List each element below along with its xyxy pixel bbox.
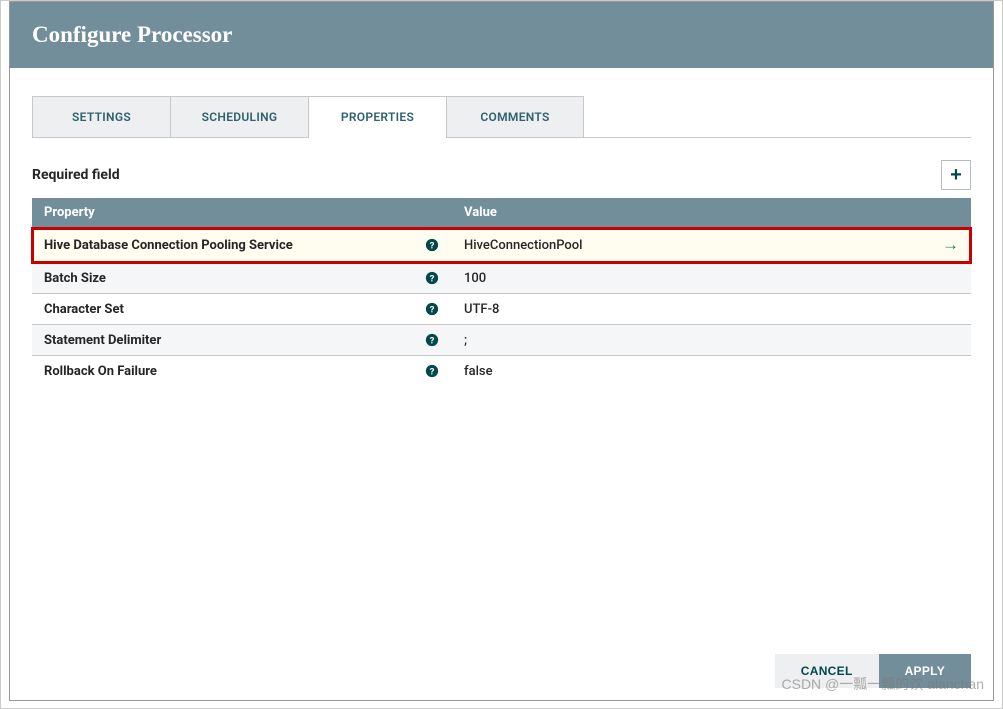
properties-table: Property Value Hive Database Connection … [32,198,971,386]
value-cell[interactable]: HiveConnectionPool [452,228,919,263]
row-action-cell [919,263,971,294]
help-icon[interactable]: ? [424,363,440,379]
svg-text:?: ? [430,367,435,378]
tab-scheduling[interactable]: SCHEDULING [170,96,308,137]
svg-text:?: ? [430,274,435,285]
dialog-title: Configure Processor [10,2,993,68]
table-row: Rollback On Failure?false [32,356,971,387]
svg-text:?: ? [430,241,435,252]
dialog-footer: CANCEL APPLY [10,636,993,700]
property-cell[interactable]: Hive Database Connection Pooling Service… [32,228,452,263]
value-cell[interactable]: ; [452,325,919,356]
tab-comments[interactable]: COMMENTS [446,96,584,137]
table-row: Hive Database Connection Pooling Service… [32,228,971,263]
column-header-value: Value [452,198,919,228]
property-name: Statement Delimiter [44,333,161,348]
row-action-cell[interactable]: → [919,228,971,263]
apply-button[interactable]: APPLY [879,654,971,688]
table-row: Character Set?UTF-8 [32,294,971,325]
value-cell[interactable]: false [452,356,919,387]
value-cell[interactable]: UTF-8 [452,294,919,325]
tab-settings[interactable]: SETTINGS [32,96,170,137]
tabs: SETTINGSSCHEDULINGPROPERTIESCOMMENTS [32,96,971,138]
property-name: Hive Database Connection Pooling Service [44,238,293,253]
help-icon[interactable]: ? [424,332,440,348]
property-name: Batch Size [44,271,106,286]
table-row: Statement Delimiter?; [32,325,971,356]
svg-text:?: ? [430,305,435,316]
property-cell[interactable]: Statement Delimiter? [32,325,452,356]
goto-service-icon[interactable]: → [942,235,959,255]
table-body: Hive Database Connection Pooling Service… [32,228,971,387]
help-icon[interactable]: ? [424,301,440,317]
help-icon[interactable]: ? [424,270,440,286]
table-row: Batch Size?100 [32,263,971,294]
property-name: Rollback On Failure [44,364,157,379]
property-cell[interactable]: Rollback On Failure? [32,356,452,387]
configure-processor-dialog: Configure Processor SETTINGSSCHEDULINGPR… [9,1,994,701]
value-cell[interactable]: 100 [452,263,919,294]
svg-text:?: ? [430,336,435,347]
required-field-row: Required field + [32,160,971,190]
property-name: Character Set [44,302,124,317]
help-icon[interactable]: ? [424,237,440,253]
table-header-row: Property Value [32,198,971,228]
tab-properties[interactable]: PROPERTIES [308,96,446,137]
cancel-button[interactable]: CANCEL [775,654,879,688]
column-header-actions [919,198,971,228]
property-cell[interactable]: Character Set? [32,294,452,325]
property-cell[interactable]: Batch Size? [32,263,452,294]
row-action-cell [919,294,971,325]
required-field-label: Required field [32,167,120,183]
add-property-button[interactable]: + [941,160,971,190]
row-action-cell [919,356,971,387]
row-action-cell [919,325,971,356]
dialog-body: SETTINGSSCHEDULINGPROPERTIESCOMMENTS Req… [10,68,993,636]
column-header-property: Property [32,198,452,228]
